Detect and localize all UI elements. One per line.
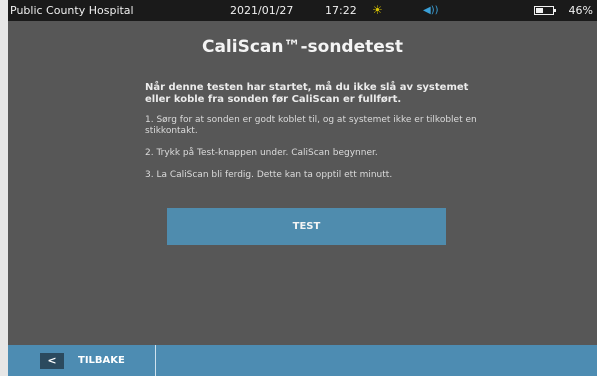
battery-percent: 46% bbox=[568, 4, 593, 17]
facility-name: Public County Hospital bbox=[10, 4, 134, 17]
status-time: 17:22 bbox=[325, 4, 357, 17]
battery-icon bbox=[534, 6, 556, 15]
status-bar: Public County Hospital 2021/01/27 17:22 … bbox=[8, 0, 597, 21]
status-date: 2021/01/27 bbox=[230, 4, 294, 17]
bottom-divider bbox=[155, 345, 156, 376]
bottom-bar: < TILBAKE bbox=[8, 345, 597, 376]
test-button[interactable]: TEST bbox=[167, 208, 446, 245]
warning-text: Når denne testen har startet, må du ikke… bbox=[145, 82, 469, 105]
step-3: 3. La CaliScan bli ferdig. Dette kan ta … bbox=[145, 170, 393, 180]
speaker-icon: ◀)) bbox=[423, 5, 439, 16]
step-2: 2. Trykk på Test-knappen under. CaliScan… bbox=[145, 148, 378, 158]
back-button-label: TILBAKE bbox=[78, 355, 125, 366]
chevron-left-icon: < bbox=[40, 353, 64, 369]
step-1: 1. Sørg for at sonden er godt koblet til… bbox=[145, 115, 477, 136]
battery-fill bbox=[536, 8, 543, 13]
instructions-panel: Når denne testen har startet, må du ikke… bbox=[145, 82, 495, 192]
page-title: CaliScan™-sondetest bbox=[201, 37, 404, 57]
device-screen: Public County Hospital 2021/01/27 17:22 … bbox=[8, 0, 597, 376]
sun-icon: ☀ bbox=[372, 3, 383, 17]
